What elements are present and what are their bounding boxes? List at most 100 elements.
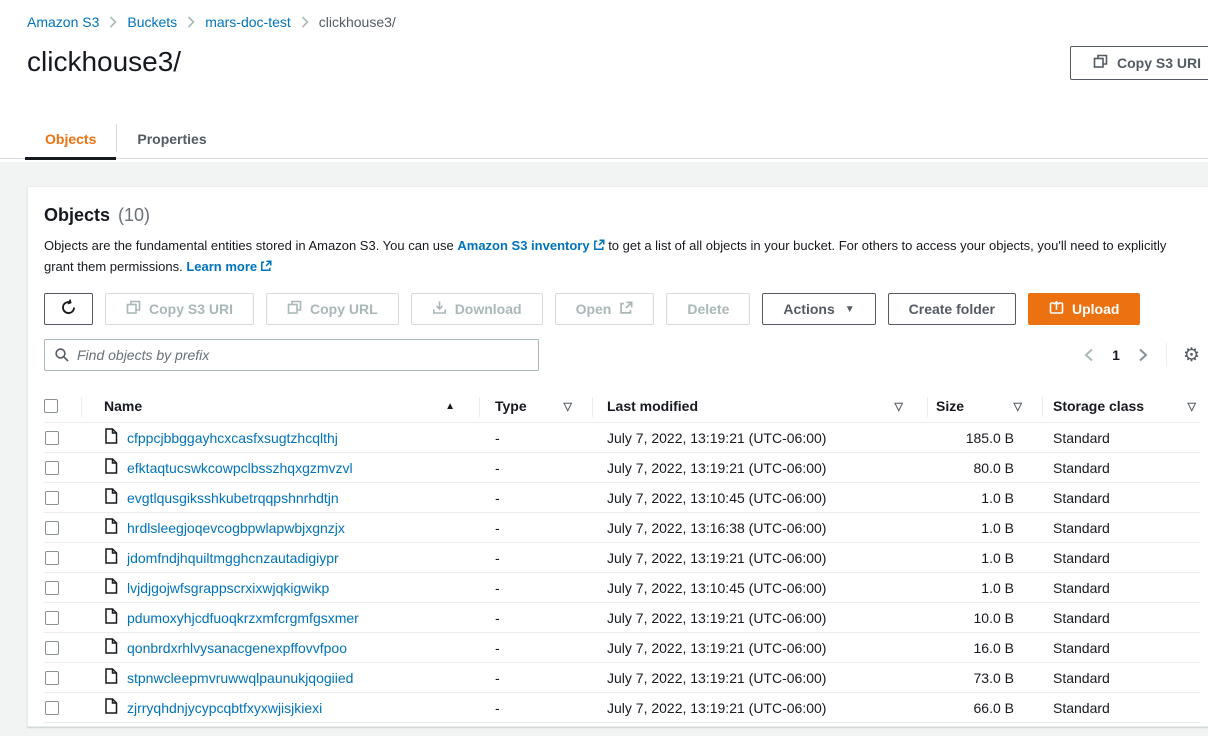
object-storage-class-cell: Standard xyxy=(1042,693,1200,722)
upload-icon xyxy=(1049,300,1064,318)
object-size-cell: 1.0 B xyxy=(927,543,1042,572)
current-page-number[interactable]: 1 xyxy=(1110,347,1122,363)
objects-count: (10) xyxy=(118,205,150,226)
row-checkbox[interactable] xyxy=(45,431,59,445)
object-name-link[interactable]: pdumoxyhjcdfuoqkrzxmfcrgmfgsxmer xyxy=(127,610,359,626)
file-icon xyxy=(104,488,118,507)
download-icon xyxy=(432,300,447,318)
object-name-link[interactable]: hrdlsleegjoqevcogbpwlapwbjxgnzjx xyxy=(127,520,345,536)
file-icon xyxy=(104,698,118,717)
search-icon xyxy=(54,347,70,368)
previous-page-button[interactable] xyxy=(1082,346,1096,364)
column-header-size[interactable]: Size ▽ xyxy=(927,390,1042,422)
amazon-s3-inventory-link[interactable]: Amazon S3 inventory xyxy=(457,238,604,253)
copy-icon xyxy=(1093,54,1108,72)
row-checkbox[interactable] xyxy=(45,671,59,685)
breadcrumb-buckets[interactable]: Buckets xyxy=(127,14,177,30)
s3-console-page: Amazon S3 Buckets mars-doc-test clickhou… xyxy=(0,0,1208,736)
object-type-cell: - xyxy=(479,453,592,482)
object-storage-class-cell: Standard xyxy=(1042,543,1200,572)
sort-icon: ▽ xyxy=(1188,400,1196,413)
delete-button[interactable]: Delete xyxy=(666,293,750,325)
upload-button[interactable]: Upload xyxy=(1028,293,1140,325)
object-type-cell: - xyxy=(479,663,592,692)
object-last-modified-cell: July 7, 2022, 13:10:45 (UTC-06:00) xyxy=(592,483,927,512)
object-size-cell: 66.0 B xyxy=(927,693,1042,722)
object-name-link[interactable]: qonbrdxrhlvysanacgenexpffovvfpoo xyxy=(127,640,347,656)
object-last-modified-cell: July 7, 2022, 13:19:21 (UTC-06:00) xyxy=(592,453,927,482)
tab-properties[interactable]: Properties xyxy=(117,118,226,160)
object-type-cell: - xyxy=(479,513,592,542)
object-last-modified-cell: July 7, 2022, 13:19:21 (UTC-06:00) xyxy=(592,663,927,692)
objects-panel: Objects (10) Objects are the fundamental… xyxy=(27,186,1208,727)
object-size-cell: 80.0 B xyxy=(927,453,1042,482)
object-storage-class-cell: Standard xyxy=(1042,513,1200,542)
breadcrumb: Amazon S3 Buckets mars-doc-test clickhou… xyxy=(27,14,396,30)
pagination-divider xyxy=(1166,343,1167,367)
row-checkbox[interactable] xyxy=(45,461,59,475)
actions-label: Actions xyxy=(783,301,834,317)
download-button[interactable]: Download xyxy=(411,293,543,325)
tab-objects[interactable]: Objects xyxy=(25,118,116,160)
column-header-name[interactable]: Name ▲ xyxy=(81,390,479,422)
row-checkbox[interactable] xyxy=(45,581,59,595)
column-header-last-modified[interactable]: Last modified ▽ xyxy=(592,390,927,422)
row-checkbox[interactable] xyxy=(45,701,59,715)
object-size-cell: 16.0 B xyxy=(927,633,1042,662)
chevron-right-icon xyxy=(301,16,309,28)
table-row: pdumoxyhjcdfuoqkrzxmfcrgmfgsxmer - July … xyxy=(44,603,1200,633)
actions-dropdown-button[interactable]: Actions ▼ xyxy=(762,293,875,325)
object-name-link[interactable]: cfppcjbbggayhcxcasfxsugtzhcqlthj xyxy=(127,430,338,446)
object-type-cell: - xyxy=(479,633,592,662)
object-name-link[interactable]: efktaqtucswkcowpclbsszhqxgzmvzvl xyxy=(127,460,353,476)
object-type-cell: - xyxy=(479,483,592,512)
object-name-link[interactable]: stpnwcleepmvruwwqlpaunukjqogiied xyxy=(127,670,353,686)
find-objects-input[interactable] xyxy=(44,339,539,371)
row-checkbox[interactable] xyxy=(45,611,59,625)
external-link-icon xyxy=(593,237,605,257)
table-row: jdomfndjhquiltmgghcnzautadigiypr - July … xyxy=(44,543,1200,573)
row-checkbox[interactable] xyxy=(45,521,59,535)
select-all-checkbox[interactable] xyxy=(44,399,58,413)
object-last-modified-cell: July 7, 2022, 13:19:21 (UTC-06:00) xyxy=(592,423,927,452)
object-name-link[interactable]: lvjdjgojwfsgrappscrxixwjqkigwikp xyxy=(127,580,329,596)
settings-gear-icon[interactable]: ⚙ xyxy=(1183,346,1200,365)
object-storage-class-cell: Standard xyxy=(1042,663,1200,692)
object-name-link[interactable]: jdomfndjhquiltmgghcnzautadigiypr xyxy=(127,550,339,566)
table-row: evgtlqusgiksshkubetrqqpshnrhdtjn - July … xyxy=(44,483,1200,513)
pagination: 1 ⚙ xyxy=(1082,343,1200,367)
learn-more-link[interactable]: Learn more xyxy=(186,259,272,274)
column-header-type[interactable]: Type ▽ xyxy=(479,390,592,422)
object-size-cell: 73.0 B xyxy=(927,663,1042,692)
object-name-link[interactable]: evgtlqusgiksshkubetrqqpshnrhdtjn xyxy=(127,490,339,506)
row-checkbox[interactable] xyxy=(45,551,59,565)
chevron-right-icon xyxy=(109,16,117,28)
column-header-storage-class[interactable]: Storage class ▽ xyxy=(1042,390,1200,422)
table-row: hrdlsleegjoqevcogbpwlapwbjxgnzjx - July … xyxy=(44,513,1200,543)
breadcrumb-amazon-s3[interactable]: Amazon S3 xyxy=(27,14,99,30)
object-size-cell: 1.0 B xyxy=(927,513,1042,542)
row-checkbox[interactable] xyxy=(45,641,59,655)
object-size-cell: 1.0 B xyxy=(927,483,1042,512)
object-type-cell: - xyxy=(479,543,592,572)
object-last-modified-cell: July 7, 2022, 13:19:21 (UTC-06:00) xyxy=(592,603,927,632)
sort-icon: ▽ xyxy=(895,400,903,413)
objects-table: Name ▲ Type ▽ Last modified ▽ xyxy=(44,390,1200,723)
object-last-modified-cell: July 7, 2022, 13:19:21 (UTC-06:00) xyxy=(592,633,927,662)
breadcrumb-mars-doc-test[interactable]: mars-doc-test xyxy=(205,14,291,30)
object-storage-class-cell: Standard xyxy=(1042,453,1200,482)
row-checkbox[interactable] xyxy=(45,491,59,505)
object-name-link[interactable]: zjrryqhdnjycypcqbtfxyxwjisjkiexi xyxy=(127,700,322,716)
copy-s3-uri-top-button[interactable]: Copy S3 URI xyxy=(1070,46,1208,80)
copy-icon xyxy=(126,300,141,318)
create-folder-button[interactable]: Create folder xyxy=(888,293,1016,325)
object-type-cell: - xyxy=(479,693,592,722)
open-button[interactable]: Open xyxy=(555,293,655,325)
copy-url-button[interactable]: Copy URL xyxy=(266,293,399,325)
next-page-button[interactable] xyxy=(1136,346,1150,364)
file-icon xyxy=(104,458,118,477)
copy-s3-uri-button[interactable]: Copy S3 URI xyxy=(105,293,254,325)
refresh-button[interactable] xyxy=(44,293,93,325)
object-storage-class-cell: Standard xyxy=(1042,423,1200,452)
search-box xyxy=(44,339,539,371)
